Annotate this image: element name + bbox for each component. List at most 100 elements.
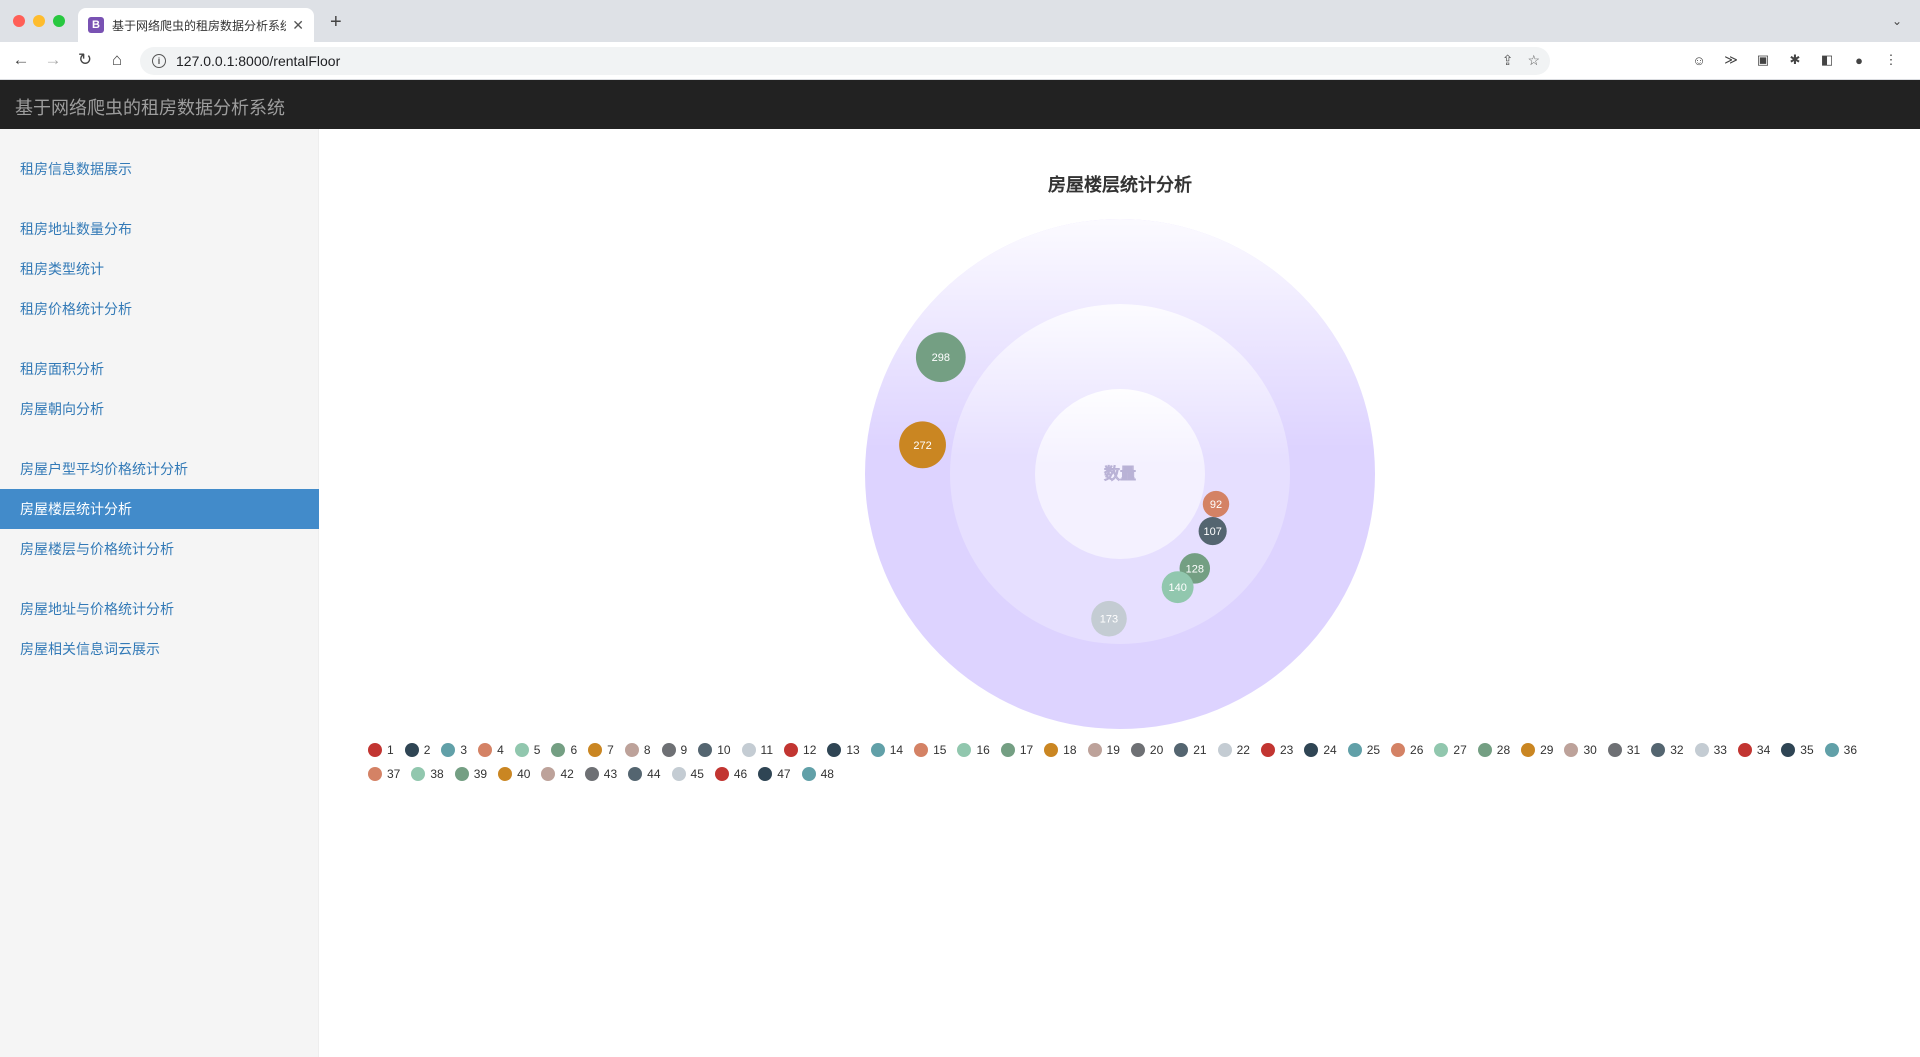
legend-item[interactable]: 33 [1694,741,1727,759]
legend-item[interactable]: 31 [1607,741,1640,759]
legend-item[interactable]: 24 [1304,741,1337,759]
legend-item[interactable]: 37 [368,765,400,783]
legend-color-dot [1781,743,1796,757]
legend-label: 7 [607,743,614,757]
legend-item[interactable]: 13 [827,741,860,759]
sidebar-item-type-stats[interactable]: 租房类型统计 [0,249,319,289]
legend-item[interactable]: 27 [1434,741,1467,759]
bookmark-star-icon[interactable]: ☆ [1527,52,1540,69]
extension-avatar-icon[interactable]: ☺ [1690,51,1708,69]
legend-item[interactable]: 7 [588,741,614,759]
side-panel-icon[interactable]: ◧ [1818,51,1836,69]
legend-label: 2 [423,743,431,757]
app-title[interactable]: 基于网络爬虫的租房数据分析系统 [15,94,285,120]
home-icon[interactable]: ⌂ [106,50,128,70]
legend-item[interactable]: 8 [624,741,651,759]
legend-item[interactable]: 43 [584,765,617,783]
legend-item[interactable]: 34 [1737,741,1770,759]
legend-item[interactable]: 12 [784,741,816,759]
legend-item[interactable]: 14 [870,741,903,759]
sidebar-item-floor-price[interactable]: 房屋楼层与价格统计分析 [0,529,319,569]
legend-item[interactable]: 25 [1347,741,1380,759]
sidebar-item-address-price[interactable]: 房屋地址与价格统计分析 [0,589,319,629]
scatter-point-label: 92 [1210,499,1222,511]
extension-reader-icon[interactable]: ▣ [1754,51,1772,69]
legend-item[interactable]: 30 [1564,741,1597,759]
legend-item[interactable]: 22 [1217,741,1250,759]
legend-item[interactable]: 16 [957,741,990,759]
sidebar-item-floor-stats[interactable]: 房屋楼层统计分析 [0,489,319,529]
legend-item[interactable]: 26 [1391,741,1423,759]
legend-color-dot [404,743,419,757]
legend-color-dot [478,743,493,757]
legend-item[interactable]: 20 [1130,741,1163,759]
legend-item[interactable]: 2 [404,741,431,759]
legend-color-dot [698,743,713,757]
window-minimize-button[interactable] [33,15,45,27]
sidebar-item-wordcloud[interactable]: 房屋相关信息词云展示 [0,629,319,669]
sidebar-item-price-stats[interactable]: 租房价格统计分析 [0,289,319,329]
legend-item[interactable]: 17 [1000,741,1033,759]
reload-icon[interactable]: ↻ [74,50,96,70]
legend-item[interactable]: 4 [478,741,504,759]
window-zoom-button[interactable] [53,15,65,27]
legend-color-dot [827,743,842,757]
legend-item[interactable]: 42 [541,765,574,783]
share-icon[interactable]: ⇪ [1502,52,1514,69]
legend-item[interactable]: 46 [714,765,747,783]
legend-item[interactable]: 18 [1044,741,1077,759]
legend-item[interactable]: 32 [1651,741,1684,759]
sidebar-item-address-distribution[interactable]: 租房地址数量分布 [0,209,319,249]
legend-label: 8 [643,743,651,757]
tab-search-chevron-icon[interactable]: ⌄ [1892,14,1902,28]
legend-item[interactable]: 47 [758,765,791,783]
scatter-point-label: 272 [913,440,931,452]
legend-label: 29 [1540,743,1554,757]
more-menu-icon[interactable]: ⋮ [1882,51,1900,69]
legend-item[interactable]: 11 [741,741,773,759]
new-tab-icon[interactable]: + [330,11,342,34]
legend-label: 12 [803,743,817,757]
sidebar-item-orientation[interactable]: 房屋朝向分析 [0,389,319,429]
sidebar-item-layout-avg-price[interactable]: 房屋户型平均价格统计分析 [0,449,319,489]
sidebar-item-area-analysis[interactable]: 租房面积分析 [0,349,319,389]
legend-item[interactable]: 44 [628,765,661,783]
legend-item[interactable]: 19 [1087,741,1120,759]
legend-item[interactable]: 38 [411,765,444,783]
sidebar-item-rental-info[interactable]: 租房信息数据展示 [0,149,319,189]
legend-item[interactable]: 10 [698,741,731,759]
legend-item[interactable]: 15 [914,741,946,759]
browser-tab[interactable]: B 基于网络爬虫的租房数据分析系统 ✕ [78,8,314,42]
legend-item[interactable]: 9 [661,741,687,759]
profile-icon[interactable]: ● [1850,51,1868,69]
legend-color-dot [801,767,816,781]
address-bar[interactable]: i 127.0.0.1:8000/rentalFloor ⇪ ☆ [140,47,1550,75]
legend-item[interactable]: 40 [498,765,530,783]
legend-item[interactable]: 29 [1521,741,1553,759]
legend-item[interactable]: 1 [368,741,394,759]
window-close-button[interactable] [13,15,25,27]
legend-color-dot [584,767,599,781]
extension-chevrons-icon[interactable]: ≫ [1722,51,1740,69]
extensions-puzzle-icon[interactable]: ✱ [1786,51,1804,69]
legend-color-dot [1434,743,1449,757]
legend-item[interactable]: 21 [1174,741,1207,759]
legend-color-dot [454,767,469,781]
back-arrow-icon[interactable]: ← [10,50,32,70]
bootstrap-favicon-icon: B [88,17,104,33]
forward-arrow-icon[interactable]: → [42,50,64,70]
legend-item[interactable]: 5 [514,741,540,759]
tab-title: 基于网络爬虫的租房数据分析系统 [112,18,287,33]
legend-item[interactable]: 35 [1781,741,1814,759]
legend-item[interactable]: 45 [671,765,704,783]
legend-item[interactable]: 23 [1260,741,1293,759]
legend-item[interactable]: 48 [801,765,834,783]
tab-close-icon[interactable]: ✕ [292,17,304,34]
legend-color-dot [1000,743,1015,757]
legend-item[interactable]: 28 [1477,741,1510,759]
legend-item[interactable]: 39 [454,765,487,783]
legend-item[interactable]: 36 [1824,741,1857,759]
legend-item[interactable]: 3 [441,741,467,759]
site-info-icon[interactable]: i [152,54,166,68]
legend-item[interactable]: 6 [551,741,577,759]
